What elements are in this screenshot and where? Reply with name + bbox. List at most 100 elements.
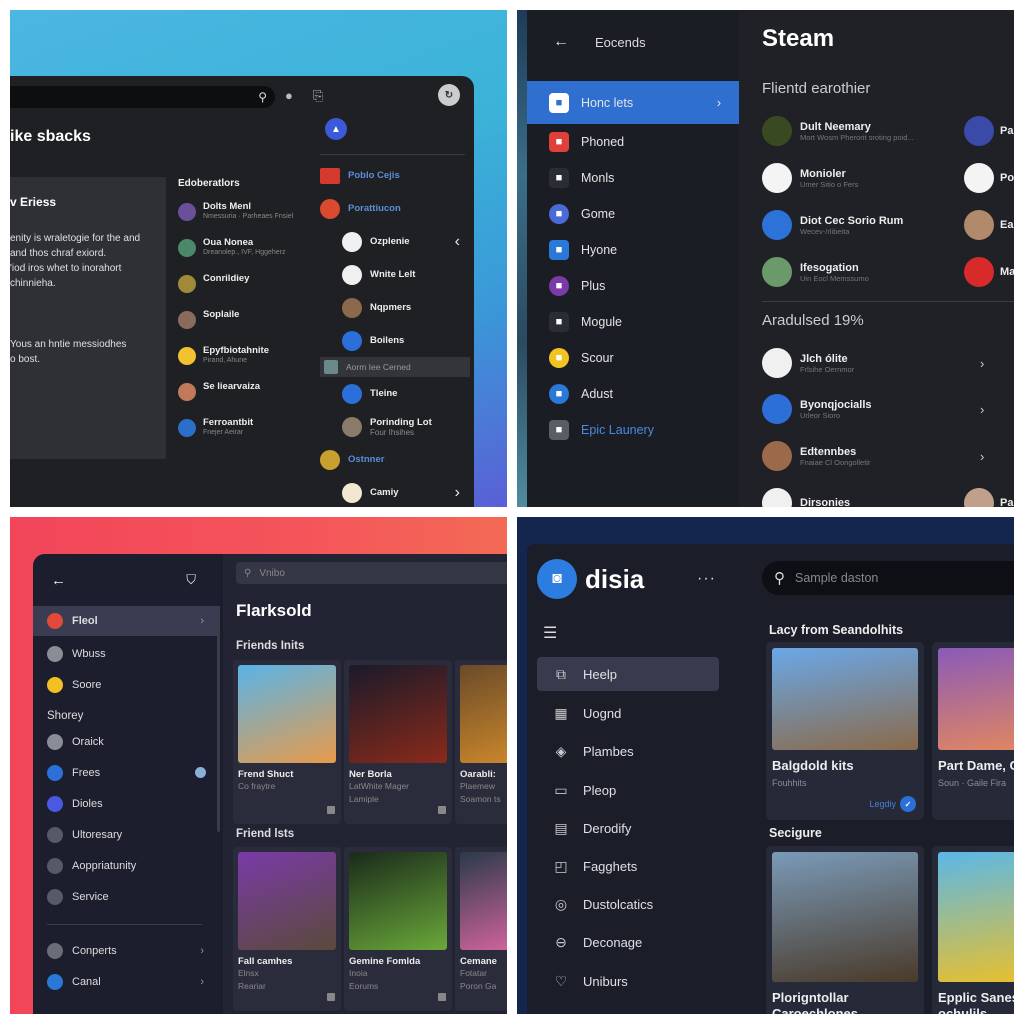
- friend-text: Oua Nonea Dreanolep., IVF, Hggeherz: [203, 237, 286, 257]
- game-card[interactable]: Gemine Fomlda Inoia Eorums: [344, 847, 452, 1011]
- search-icon[interactable]: ⚲: [258, 90, 267, 104]
- list-item[interactable]: Pa: [964, 488, 1013, 507]
- avatar: [762, 348, 792, 378]
- game-card[interactable]: Frend Shuct Co fraytre: [233, 660, 341, 824]
- friend-name: Oua Nonea: [203, 237, 254, 248]
- sidebar-item[interactable]: Service: [33, 881, 220, 912]
- server-icon[interactable]: ▲: [325, 118, 347, 140]
- channel-item[interactable]: Wnite Lelt: [320, 258, 470, 291]
- sidebar-item[interactable]: ⊖ Deconage: [537, 925, 719, 959]
- channel-item[interactable]: Ozplenie ‹: [320, 225, 470, 258]
- channel-item[interactable]: Poblo Cejis: [320, 159, 470, 192]
- game-card[interactable]: Ner Borla LatWhite Mager Lamiple: [344, 660, 452, 824]
- game-card[interactable]: Oarabli: Plaemew Soamon ts: [455, 660, 507, 824]
- sidebar-item[interactable]: ◰ Fagghets: [537, 849, 719, 883]
- sidebar-scrollbar[interactable]: [217, 612, 220, 832]
- menu-icon[interactable]: ☰: [543, 623, 557, 643]
- chevron-right-icon[interactable]: ›: [980, 402, 984, 417]
- sidebar-item[interactable]: ◈ Plambes: [537, 734, 719, 768]
- channel-name: Poblo Cejis: [348, 170, 400, 181]
- sidebar-item[interactable]: ■ Adust: [527, 376, 739, 412]
- sidebar-item[interactable]: Wbuss: [33, 638, 220, 669]
- back-arrow-icon[interactable]: ←: [51, 572, 66, 589]
- list-item[interactable]: Byonqjocialls Urleor Sioro ›: [762, 394, 1014, 424]
- sidebar-item[interactable]: Oraick: [33, 726, 220, 757]
- shield-icon[interactable]: ⛉: [186, 572, 196, 588]
- chat-icon[interactable]: ●: [285, 88, 293, 103]
- sidebar-item[interactable]: Fleol ›: [33, 606, 220, 636]
- sidebar-item[interactable]: ♡ Uniburs: [537, 964, 719, 998]
- refresh-icon[interactable]: ↻: [438, 84, 460, 106]
- friend-name: Soplaile: [203, 309, 240, 320]
- channel-item[interactable]: Ostnner: [320, 443, 470, 476]
- friend-item[interactable]: Se liearvaiza: [178, 381, 308, 417]
- friend-item[interactable]: Soplaile: [178, 309, 308, 345]
- friend-name: Ferroantbit: [203, 417, 254, 428]
- image-icon: ▭: [554, 781, 568, 798]
- channel-item[interactable]: Nqpmers: [320, 291, 470, 324]
- game-card[interactable]: Epplic Sanes Lnal ochulils: [932, 846, 1014, 1014]
- friend-text: Diot Cec Sorio Rum Wecev-/rlibeita: [800, 215, 903, 236]
- sidebar-item[interactable]: ■ Mogule: [527, 304, 739, 340]
- sidebar-label: Pleop: [583, 782, 617, 798]
- friend-item[interactable]: Epyfbiotahnite Pirand, Ahune: [178, 345, 308, 381]
- channel-item[interactable]: Aorm Iee Cerned: [320, 357, 470, 377]
- chevron-right-icon[interactable]: ›: [980, 356, 984, 371]
- list-item[interactable]: Edtennbes Fnaiae Cl Oongolletir ›: [762, 441, 1014, 471]
- friend-item[interactable]: Ea: [964, 210, 1013, 240]
- friend-item[interactable]: Dolts Menl Nmessuria · Parheaes Fnsiel: [178, 201, 308, 237]
- sidebar-item[interactable]: ■ Plus: [527, 268, 739, 304]
- search-input[interactable]: ⚲ Vnibo: [236, 562, 507, 584]
- chevron-left-icon[interactable]: ‹: [455, 233, 460, 251]
- sidebar-item[interactable]: ▤ Derodify: [537, 811, 719, 845]
- sidebar-item[interactable]: ■ Scour: [527, 340, 739, 376]
- game-card[interactable]: Part Dame, CoentHints Soun · Gaile Fira: [932, 642, 1014, 820]
- sidebar-label: Hyone: [581, 243, 618, 257]
- game-card[interactable]: Cemane Fotatar Poron Ga: [455, 847, 507, 1011]
- friend-item[interactable]: Conrildiey: [178, 273, 308, 309]
- sidebar-item[interactable]: ■ Phoned: [527, 124, 739, 160]
- sidebar-item[interactable]: ▭ Pleop: [537, 773, 719, 807]
- status-tag: Legdiy ✓: [869, 796, 916, 812]
- more-icon[interactable]: ···: [697, 570, 716, 588]
- brand-logo[interactable]: ◙ disia: [537, 559, 644, 599]
- app-icon: ■: [549, 420, 569, 440]
- search-input[interactable]: ⚲ Sample daston: [762, 561, 1014, 595]
- sidebar-item[interactable]: ▦ Uognd: [537, 696, 719, 730]
- sidebar-item[interactable]: Soore: [33, 669, 220, 700]
- share-icon[interactable]: ⎘: [313, 88, 323, 104]
- sidebar-item[interactable]: ◎ Dustolcatics: [537, 887, 719, 921]
- avatar: [178, 239, 196, 257]
- channel-item[interactable]: Porinding Lot Four Ihsihes: [320, 410, 470, 443]
- sidebar-item[interactable]: ■ Epic Launery: [527, 412, 739, 448]
- sidebar-item[interactable]: Canal ›: [33, 966, 220, 997]
- friend-item[interactable]: Oua Nonea Dreanolep., IVF, Hggeherz: [178, 237, 308, 273]
- channel-item[interactable]: Boilens: [320, 324, 470, 357]
- game-card[interactable]: Balgdold kits Fouhhits Legdiy ✓: [766, 642, 924, 820]
- friend-item[interactable]: Pa: [964, 116, 1013, 146]
- friend-item[interactable]: Ferroantbit Fnejer Aeirar: [178, 417, 308, 453]
- sidebar-item[interactable]: Dioles: [33, 788, 220, 819]
- app-icon: ■: [549, 384, 569, 404]
- friend-item[interactable]: Po: [964, 163, 1014, 193]
- game-card[interactable]: Plorigntollar Caroechlones: [766, 846, 924, 1014]
- sidebar-item[interactable]: ■ Monls: [527, 160, 739, 196]
- chevron-right-icon[interactable]: ›: [980, 449, 984, 464]
- sidebar-item[interactable]: Aoppriatunity: [33, 850, 220, 881]
- sidebar-item[interactable]: ⧉ Heelp: [537, 657, 719, 691]
- back-arrow-icon[interactable]: ←: [553, 33, 569, 51]
- search-bar[interactable]: ⚲: [10, 86, 275, 108]
- game-card[interactable]: Fall camhes Elnsx Reariar: [233, 847, 341, 1011]
- sidebar-item[interactable]: Frees: [33, 757, 220, 788]
- channel-item[interactable]: Camiy ›: [320, 476, 470, 507]
- friend-item[interactable]: Ma: [964, 257, 1014, 287]
- list-item[interactable]: Jlch ólite Frlsihe Oernmor ›: [762, 348, 1014, 378]
- chevron-right-icon[interactable]: ›: [455, 484, 460, 502]
- sidebar-item[interactable]: ■ Gome: [527, 196, 739, 232]
- sidebar-item[interactable]: Ultoresary: [33, 819, 220, 850]
- sidebar-item[interactable]: ■ Hyone: [527, 232, 739, 268]
- sidebar-item[interactable]: Conperts ›: [33, 935, 220, 966]
- sidebar-item[interactable]: ■ Honc lets ›: [527, 81, 739, 124]
- channel-item[interactable]: Tleine: [320, 377, 470, 410]
- channel-item[interactable]: Porattiucon: [320, 192, 470, 225]
